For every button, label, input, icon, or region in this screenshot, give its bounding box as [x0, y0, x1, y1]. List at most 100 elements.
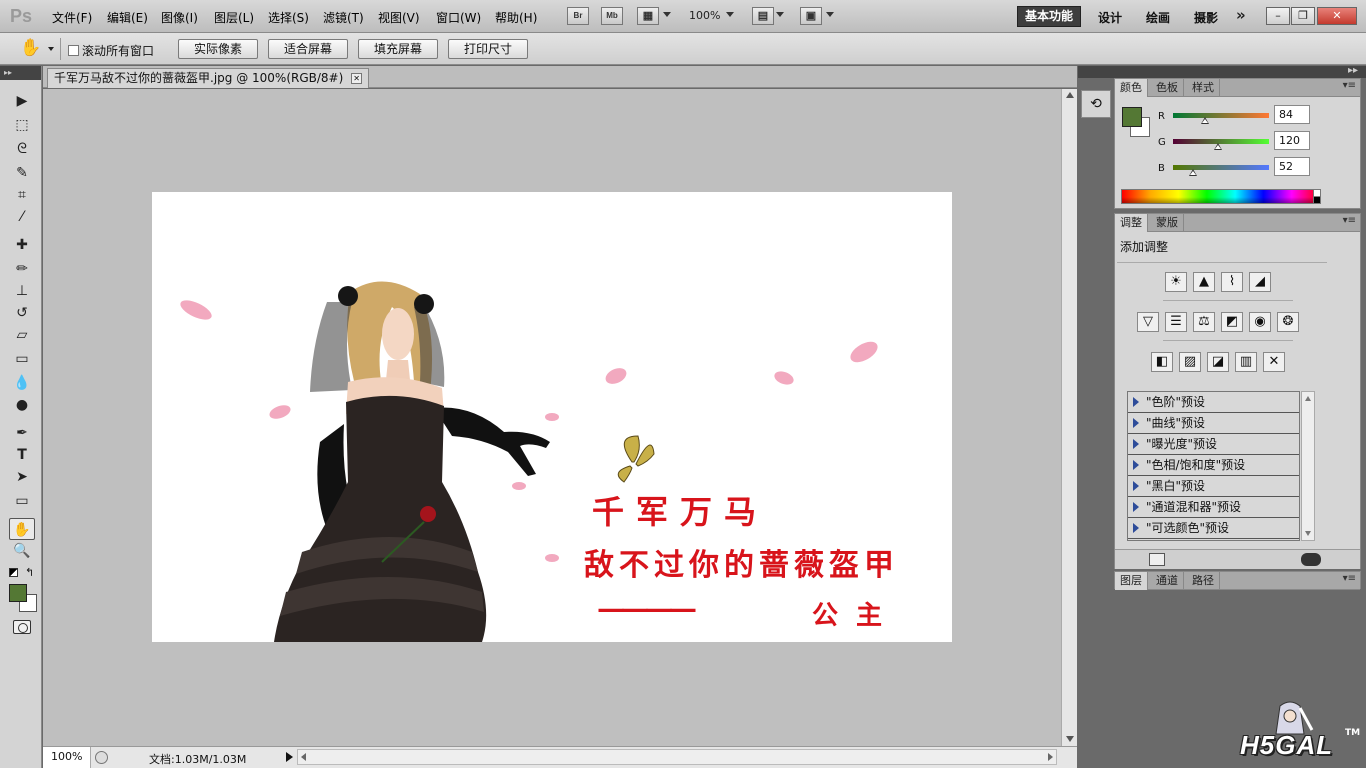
photo-filter-icon[interactable]: ◉	[1249, 312, 1271, 332]
gradient-icon[interactable]: ▭	[9, 348, 35, 370]
actual-pixels-button[interactable]: 实际像素	[178, 39, 258, 59]
collapse-panels-icon[interactable]: ▸▸	[1348, 65, 1358, 76]
zoom-level-select[interactable]: 100%	[689, 9, 720, 22]
arrange-documents-icon[interactable]: ▤	[752, 7, 774, 25]
bridge-button[interactable]: Br	[567, 7, 589, 25]
panel-menu-icon[interactable]: ▾≡	[1343, 80, 1356, 91]
hand-tool-preset-icon[interactable]: ✋	[20, 38, 41, 58]
expand-arrow-icon[interactable]	[1133, 460, 1139, 470]
scroll-up-icon[interactable]	[1305, 396, 1311, 401]
minimize-button[interactable]: –	[1266, 7, 1290, 25]
workspace-photography[interactable]: 摄影	[1194, 9, 1218, 26]
preset-levels[interactable]: "色阶"预设	[1128, 392, 1299, 413]
scroll-right-icon[interactable]	[1048, 753, 1053, 761]
quick-mask-icon[interactable]	[13, 620, 31, 634]
black-white-ramp[interactable]	[1313, 189, 1321, 204]
workspace-painting[interactable]: 绘画	[1146, 9, 1170, 26]
screen-mode-caret-icon[interactable]	[826, 12, 834, 17]
expand-arrow-icon[interactable]	[1133, 418, 1139, 428]
menu-edit[interactable]: 编辑(E)	[107, 9, 148, 26]
tools-panel-header[interactable]: ▸▸	[0, 66, 41, 80]
panel-menu-icon[interactable]: ▾≡	[1343, 215, 1356, 226]
preset-exposure[interactable]: "曝光度"预设	[1128, 434, 1299, 455]
expand-arrow-icon[interactable]	[1133, 481, 1139, 491]
rectangle-icon[interactable]: ▭	[9, 490, 35, 512]
r-slider-thumb[interactable]	[1201, 117, 1209, 124]
status-info-icon[interactable]	[95, 751, 108, 764]
panel-menu-icon[interactable]: ▾≡	[1343, 573, 1356, 584]
color-spectrum-bar[interactable]	[1121, 189, 1321, 204]
document-image[interactable]: 千军万马 敌不过你的蔷薇盔甲 ———— 公主	[152, 192, 952, 642]
clone-stamp-icon[interactable]: ⊥	[9, 280, 35, 302]
menu-filter[interactable]: 滤镜(T)	[323, 9, 364, 26]
presets-scrollbar[interactable]	[1301, 391, 1315, 541]
type-icon[interactable]: T	[9, 444, 35, 466]
hue-saturation-icon[interactable]: ☰	[1165, 312, 1187, 332]
path-selection-icon[interactable]: ➤	[9, 466, 35, 488]
tab-adjustments[interactable]: 调整	[1115, 214, 1148, 232]
preset-selective-color[interactable]: "可选颜色"预设	[1128, 518, 1299, 539]
menu-help[interactable]: 帮助(H)	[495, 9, 537, 26]
menu-file[interactable]: 文件(F)	[52, 9, 92, 26]
foreground-color-swatch[interactable]	[9, 584, 27, 602]
move-icon[interactable]: ▶	[9, 90, 35, 112]
view-extras-caret-icon[interactable]	[663, 12, 671, 17]
close-button[interactable]: ✕	[1317, 7, 1357, 25]
arrange-caret-icon[interactable]	[776, 12, 784, 17]
document-tab[interactable]: 千军万马敌不过你的蔷薇盔甲.jpg @ 100%(RGB/8#) ✕	[47, 68, 370, 88]
fit-screen-button[interactable]: 适合屏幕	[268, 39, 348, 59]
expand-arrow-icon[interactable]	[1133, 439, 1139, 449]
eyedropper-icon[interactable]: ⁄	[9, 206, 35, 228]
default-colors-icon[interactable]	[9, 568, 18, 577]
curves-icon[interactable]: ⌇	[1221, 272, 1243, 292]
tab-masks[interactable]: 蒙版	[1151, 214, 1184, 232]
preset-curves[interactable]: "曲线"预设	[1128, 413, 1299, 434]
scroll-up-icon[interactable]	[1066, 92, 1074, 98]
status-menu-arrow-icon[interactable]	[286, 752, 293, 762]
tab-paths[interactable]: 路径	[1187, 572, 1220, 590]
crop-icon[interactable]: ⌗	[9, 184, 35, 206]
strip-header[interactable]	[1078, 66, 1114, 78]
preset-black-white[interactable]: "黑白"预设	[1128, 476, 1299, 497]
brightness-contrast-icon[interactable]: ☀	[1165, 272, 1187, 292]
workspace-essentials[interactable]: 基本功能	[1017, 6, 1081, 27]
expand-view-icon[interactable]	[1149, 553, 1165, 566]
vibrance-icon[interactable]: ▽	[1137, 312, 1159, 332]
quick-selection-icon[interactable]: ✎	[9, 162, 35, 184]
preset-channel-mixer[interactable]: "通道混和器"预设	[1128, 497, 1299, 518]
marquee-icon[interactable]: ⬚	[9, 114, 35, 136]
expand-arrow-icon[interactable]	[1133, 523, 1139, 533]
workspace-more-icon[interactable]: »	[1236, 6, 1246, 24]
eraser-icon[interactable]: ▱	[9, 324, 35, 346]
scroll-down-icon[interactable]	[1305, 531, 1311, 536]
threshold-icon[interactable]: ◪	[1207, 352, 1229, 372]
brush-icon[interactable]: ✏	[9, 258, 35, 280]
hand-icon[interactable]: ✋	[9, 518, 35, 540]
scroll-down-icon[interactable]	[1066, 736, 1074, 742]
healing-brush-icon[interactable]: ✚	[9, 234, 35, 256]
tool-preset-caret-icon[interactable]	[48, 47, 54, 51]
posterize-icon[interactable]: ▨	[1179, 352, 1201, 372]
lasso-icon[interactable]: ᘓ	[9, 138, 35, 160]
close-tab-icon[interactable]: ✕	[351, 73, 363, 84]
screen-mode-icon[interactable]: ▣	[800, 7, 822, 25]
tab-color[interactable]: 颜色	[1115, 79, 1148, 97]
b-value-field[interactable]: 52	[1274, 157, 1310, 176]
levels-icon[interactable]: ▲	[1193, 272, 1215, 292]
zoom-icon[interactable]: 🔍	[9, 540, 35, 562]
expand-arrow-icon[interactable]	[1133, 502, 1139, 512]
pen-icon[interactable]: ✒	[9, 422, 35, 444]
selective-color-icon[interactable]: ✕	[1263, 352, 1285, 372]
tab-styles[interactable]: 样式	[1187, 79, 1220, 97]
history-panel-icon[interactable]: ⟲	[1081, 90, 1111, 118]
panel-dock-header[interactable]: ▸▸	[1114, 65, 1366, 78]
r-slider[interactable]	[1173, 113, 1269, 118]
checkbox-box[interactable]	[68, 45, 79, 56]
dodge-icon[interactable]: ●	[9, 394, 35, 416]
history-brush-icon[interactable]: ↺	[9, 302, 35, 324]
exposure-icon[interactable]: ◢	[1249, 272, 1271, 292]
tab-layers[interactable]: 图层	[1115, 572, 1148, 590]
mini-bridge-button[interactable]: Mb	[601, 7, 623, 25]
tab-swatches[interactable]: 色板	[1151, 79, 1184, 97]
menu-select[interactable]: 选择(S)	[268, 9, 309, 26]
